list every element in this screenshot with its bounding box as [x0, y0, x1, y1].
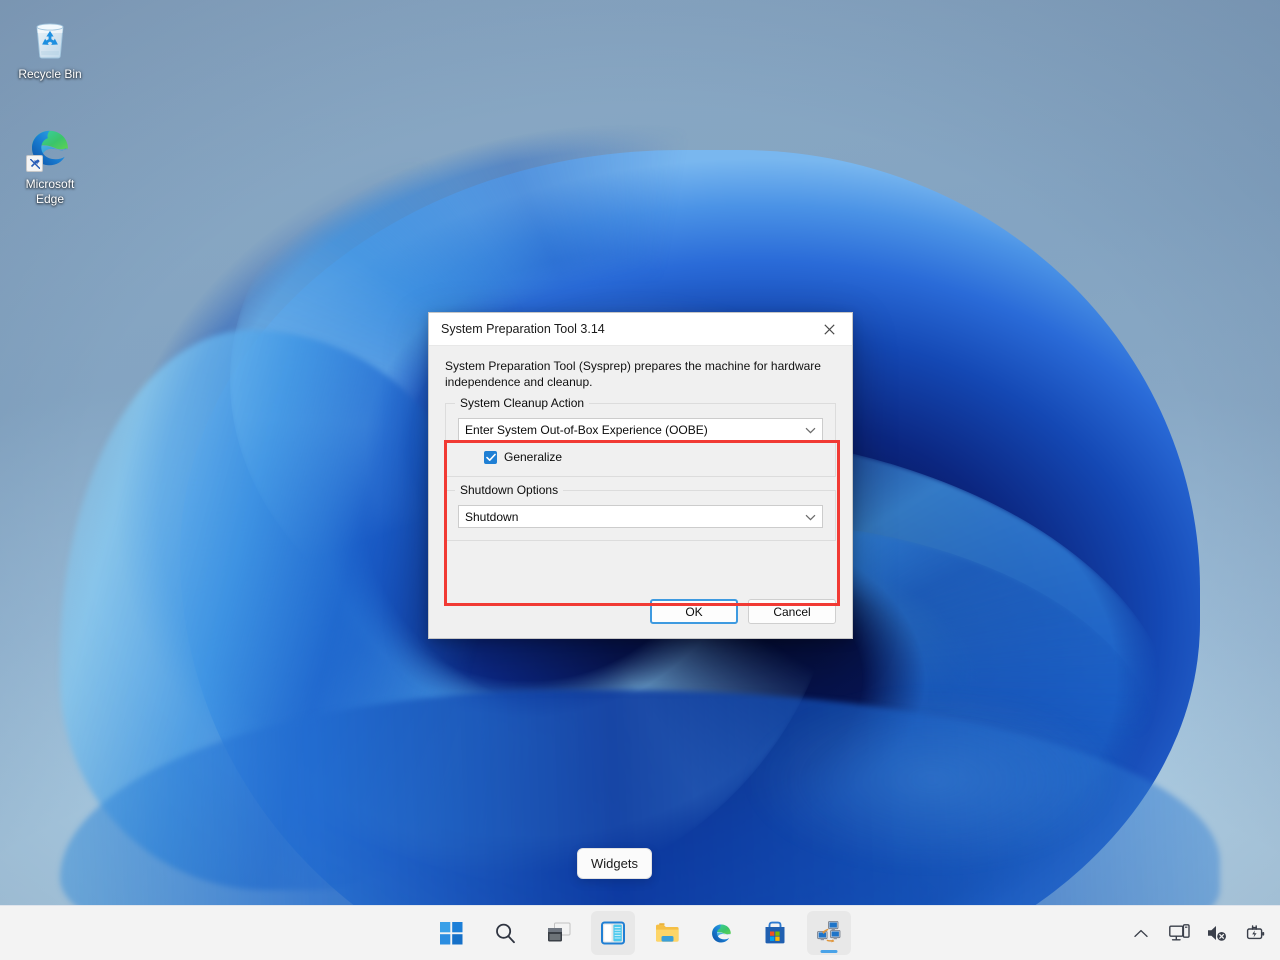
desktop-icon-microsoft-edge[interactable]: Microsoft Edge [4, 124, 96, 207]
edge-icon [711, 924, 731, 942]
system-tray [1124, 906, 1272, 960]
speaker-muted-icon [1208, 926, 1226, 941]
ok-button[interactable]: OK [650, 599, 738, 624]
generalize-row[interactable]: Generalize [458, 450, 823, 464]
taskbar-button-microsoft-edge[interactable] [699, 911, 743, 955]
tray-volume-button[interactable] [1200, 913, 1234, 953]
close-icon [823, 323, 835, 335]
group-shutdown-options: Shutdown Options Shutdown [445, 483, 836, 541]
wallpaper-ribbon-left [60, 330, 480, 890]
edge-label-line2: Edge [35, 192, 65, 206]
recycle-bin-icon [26, 14, 74, 62]
combo-value: Shutdown [465, 509, 519, 524]
search-icon [495, 923, 515, 943]
dialog-body: System Preparation Tool (Sysprep) prepar… [429, 346, 852, 640]
active-window-indicator [820, 950, 838, 953]
taskbar-center-group [429, 906, 851, 960]
chevron-down-icon [805, 423, 816, 437]
system-cleanup-action-combo[interactable]: Enter System Out-of-Box Experience (OOBE… [458, 418, 823, 441]
store-icon [765, 921, 785, 944]
system-preparation-tool-dialog[interactable]: System Preparation Tool 3.14 System Prep… [428, 312, 853, 639]
group-label: Shutdown Options [455, 483, 564, 497]
chevron-up-icon [1134, 929, 1148, 937]
taskbar-button-file-explorer[interactable] [645, 911, 689, 955]
group-label: System Cleanup Action [455, 396, 590, 410]
combo-value: Enter System Out-of-Box Experience (OOBE… [465, 422, 708, 437]
windows-logo-icon [439, 921, 462, 944]
taskbar[interactable] [0, 905, 1280, 960]
edge-icon [26, 124, 74, 172]
tooltip-text: Widgets [591, 856, 638, 871]
tray-battery-button[interactable] [1238, 913, 1272, 953]
desktop[interactable]: Recycle Bin Microsoft Edge Widgets Syste… [0, 0, 1280, 960]
taskbar-button-sysprep[interactable] [807, 911, 851, 955]
close-button[interactable] [806, 313, 852, 345]
desktop-icon-label: Recycle Bin [18, 67, 82, 81]
desktop-icon-label: Microsoft Edge [4, 177, 96, 207]
group-system-cleanup-action: System Cleanup Action Enter System Out-o… [445, 396, 836, 477]
folder-icon [655, 923, 679, 942]
network-monitor-icon [1168, 923, 1190, 941]
wallpaper-sheen-2 [620, 620, 1140, 940]
widgets-tooltip: Widgets [577, 848, 652, 879]
battery-charging-icon [1246, 924, 1265, 939]
generalize-label: Generalize [504, 450, 563, 464]
check-icon [485, 453, 496, 461]
chevron-down-icon [805, 510, 816, 524]
taskbar-button-microsoft-store[interactable] [753, 911, 797, 955]
sysprep-icon [817, 921, 841, 943]
dialog-description: System Preparation Tool (Sysprep) prepar… [445, 359, 821, 389]
tray-show-hidden-icons-button[interactable] [1124, 913, 1158, 953]
shutdown-options-combo[interactable]: Shutdown [458, 505, 823, 528]
tray-network-button[interactable] [1162, 913, 1196, 953]
generalize-checkbox[interactable] [484, 450, 497, 464]
taskbar-button-search[interactable] [483, 911, 527, 955]
edge-label-line1: Microsoft [25, 177, 75, 191]
widgets-icon [601, 921, 625, 945]
taskbar-button-start[interactable] [429, 911, 473, 955]
dialog-title: System Preparation Tool 3.14 [441, 322, 605, 336]
dialog-button-row: OK Cancel [650, 599, 836, 624]
desktop-icon-recycle-bin[interactable]: Recycle Bin [4, 14, 96, 82]
cancel-button[interactable]: Cancel [748, 599, 836, 624]
task-view-icon [548, 922, 571, 942]
taskbar-button-widgets[interactable] [591, 911, 635, 955]
taskbar-button-task-view[interactable] [537, 911, 581, 955]
shortcut-overlay-icon [26, 155, 43, 172]
dialog-titlebar[interactable]: System Preparation Tool 3.14 [429, 313, 852, 346]
